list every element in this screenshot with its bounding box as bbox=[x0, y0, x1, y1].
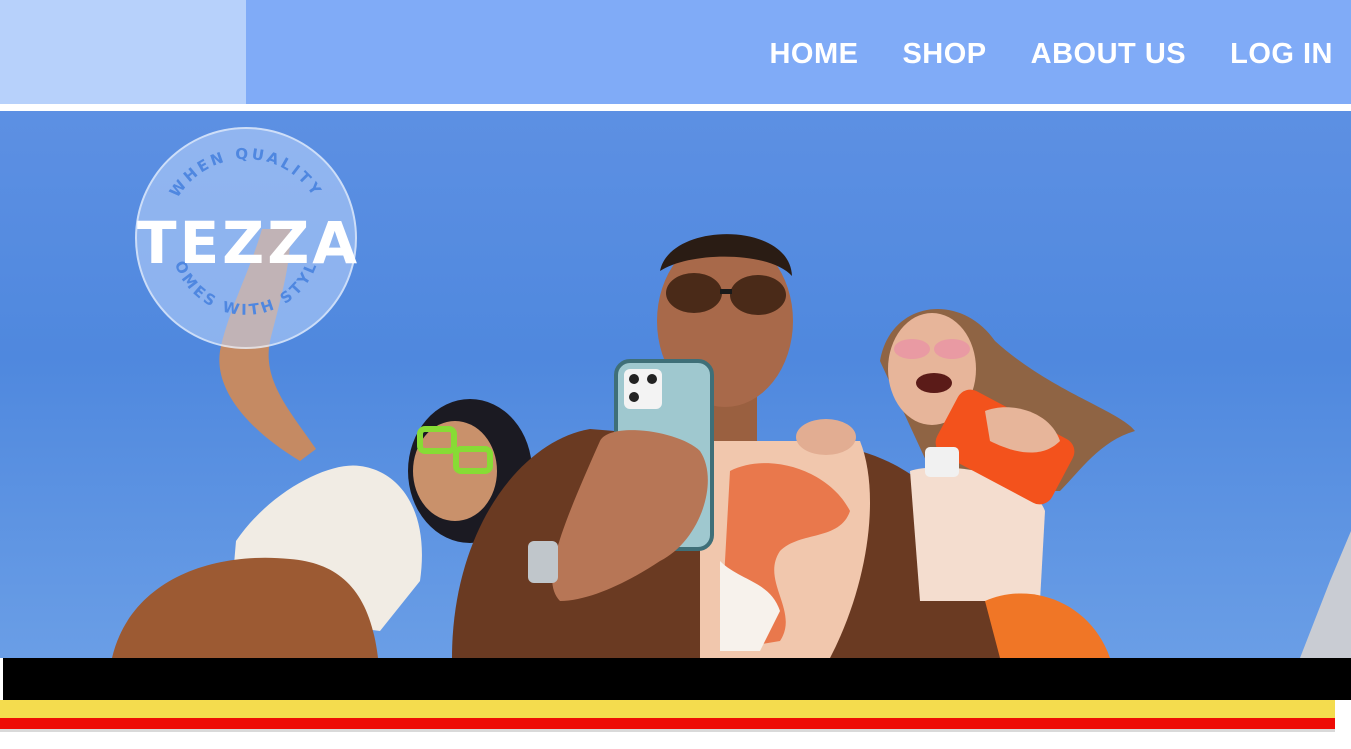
logo-tagline-top: WHEN QUALITY bbox=[166, 145, 323, 201]
main-nav: HOME SHOP ABOUT US LOG IN bbox=[769, 38, 1333, 71]
header-divider bbox=[0, 104, 1351, 111]
site-header: HOME SHOP ABOUT US LOG IN bbox=[0, 0, 1351, 104]
footer-band-red bbox=[0, 718, 1335, 729]
header-light-panel bbox=[0, 0, 246, 104]
svg-text:WHEN QUALITY: WHEN QUALITY bbox=[166, 145, 326, 201]
nav-log-in-link[interactable]: LOG IN bbox=[1230, 38, 1333, 71]
logo-wordmark: TEZZA bbox=[137, 209, 361, 277]
nav-shop-link[interactable]: SHOP bbox=[902, 38, 986, 71]
hero-image: WHEN QUALITY COMES WITH STYLE TEZZA bbox=[0, 111, 1351, 658]
nav-home-link[interactable]: HOME bbox=[769, 38, 858, 71]
footer-band-black bbox=[3, 658, 1351, 700]
brand-logo[interactable]: WHEN QUALITY COMES WITH STYLE TEZZA bbox=[135, 127, 357, 349]
nav-about-us-link[interactable]: ABOUT US bbox=[1031, 38, 1186, 71]
footer-band-shadow bbox=[0, 729, 1335, 732]
footer-band-yellow bbox=[0, 700, 1335, 718]
